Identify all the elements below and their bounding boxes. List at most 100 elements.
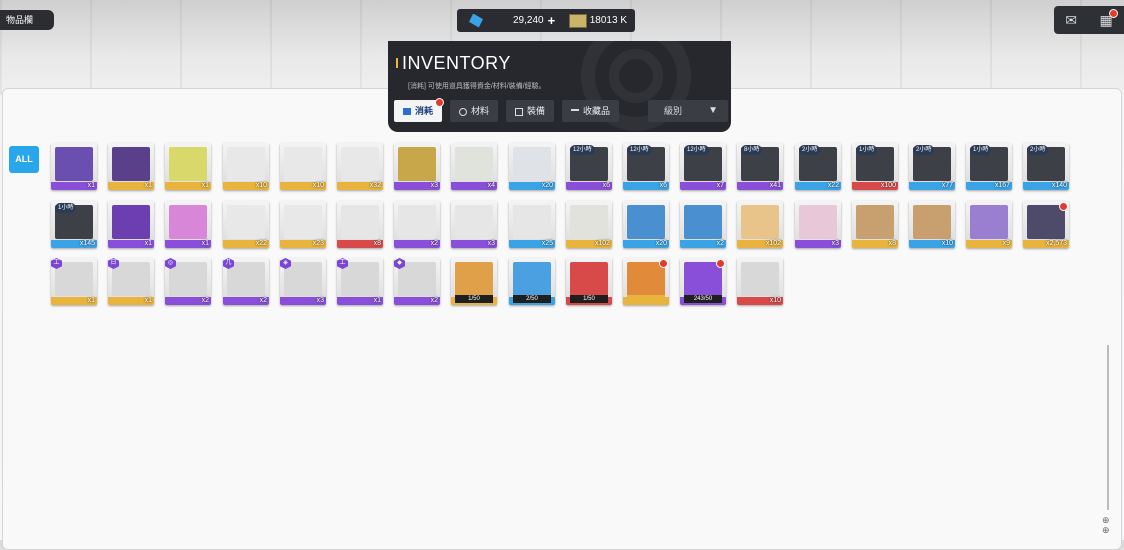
- inventory-item[interactable]: 日 x1: [108, 258, 154, 305]
- inventory-item[interactable]: x3: [451, 201, 497, 248]
- inventory-item[interactable]: x22: [223, 201, 269, 248]
- top-right-menu: ✉ ▦: [1054, 6, 1124, 34]
- tab-collection[interactable]: 收藏品: [562, 100, 620, 122]
- item-progress: [627, 295, 665, 303]
- item-art: [341, 205, 379, 239]
- scrollbar[interactable]: [1107, 345, 1109, 510]
- item-quantity: x10: [769, 297, 781, 304]
- inventory-item[interactable]: x1: [108, 143, 154, 190]
- item-quantity: x32: [369, 182, 381, 189]
- inventory-item[interactable]: x9: [966, 201, 1012, 248]
- inventory-item[interactable]: x102: [737, 201, 783, 248]
- item-art: [455, 147, 493, 181]
- inventory-item[interactable]: x8: [852, 201, 898, 248]
- inventory-item[interactable]: ◎ x2: [165, 258, 211, 305]
- inventory-item[interactable]: 1/50: [566, 258, 612, 305]
- inventory-item[interactable]: x1: [165, 201, 211, 248]
- inventory-item[interactable]: x102: [566, 201, 612, 248]
- inventory-item[interactable]: x10: [737, 258, 783, 305]
- chevron-down-icon: ▼: [708, 105, 718, 116]
- item-quantity: x3: [831, 240, 839, 247]
- inventory-item[interactable]: [623, 258, 669, 305]
- inventory-item[interactable]: x32: [337, 143, 383, 190]
- inventory-item[interactable]: x3: [795, 201, 841, 248]
- inventory-item[interactable]: x1: [165, 143, 211, 190]
- inventory-item[interactable]: x2,573: [1023, 201, 1069, 248]
- inventory-item[interactable]: x10: [223, 143, 269, 190]
- inventory-item[interactable]: 几 x2: [223, 258, 269, 305]
- item-quantity: x1: [144, 240, 152, 247]
- inventory-item[interactable]: x8: [337, 201, 383, 248]
- inventory-header: INVENTORY [消耗] 可使用道具獲得資金/材料/裝備/經驗。 消耗 材料…: [388, 41, 731, 132]
- item-quantity: x3: [430, 182, 438, 189]
- inventory-item[interactable]: x10: [909, 201, 955, 248]
- inventory-item[interactable]: 1小時 x167: [966, 143, 1012, 190]
- inventory-item[interactable]: 2/50: [509, 258, 555, 305]
- grid-menu-icon[interactable]: ▦: [1100, 8, 1118, 29]
- inventory-item[interactable]: 工 x1: [51, 258, 97, 305]
- add-gems-button[interactable]: +: [548, 13, 556, 28]
- inventory-item[interactable]: x1: [51, 143, 97, 190]
- inventory-item[interactable]: x2: [680, 201, 726, 248]
- timer-badge: 1小時: [856, 145, 878, 155]
- list-icon: [403, 108, 411, 116]
- inventory-item[interactable]: x23: [280, 201, 326, 248]
- item-quantity: x10: [312, 182, 324, 189]
- inventory-item[interactable]: 2小時 x22: [795, 143, 841, 190]
- notification-dot: [659, 259, 668, 268]
- mail-icon[interactable]: ✉: [1065, 12, 1077, 29]
- inventory-item[interactable]: 工 x1: [337, 258, 383, 305]
- gear-icon: [459, 107, 468, 116]
- inventory-item[interactable]: x25: [509, 201, 555, 248]
- timer-badge: 8小時: [741, 145, 763, 155]
- inventory-item[interactable]: 12小時 x6: [623, 143, 669, 190]
- item-quantity: x6: [602, 182, 610, 189]
- inventory-item[interactable]: 12小時 x7: [680, 143, 726, 190]
- timer-badge: 1小時: [970, 145, 992, 155]
- inventory-item[interactable]: x20: [623, 201, 669, 248]
- item-progress: 1/50: [455, 295, 493, 303]
- inventory-item[interactable]: x2: [394, 201, 440, 248]
- inventory-item[interactable]: x4: [451, 143, 497, 190]
- inventory-item[interactable]: ◆ x2: [394, 258, 440, 305]
- inventory-item[interactable]: 12小時 x6: [566, 143, 612, 190]
- item-art: [799, 205, 837, 239]
- sort-dropdown[interactable]: 級別 ▼: [648, 100, 728, 122]
- page-title: 物品欄: [0, 10, 54, 30]
- item-quantity: x10: [255, 182, 267, 189]
- tab-consumables[interactable]: 消耗: [394, 98, 445, 122]
- inventory-item[interactable]: 1小時 x100: [852, 143, 898, 190]
- item-art: [169, 262, 207, 296]
- tab-consumables-label: 消耗: [415, 106, 434, 116]
- inventory-item[interactable]: ◈ x3: [280, 258, 326, 305]
- item-art: [112, 205, 150, 239]
- item-art: [741, 262, 779, 296]
- item-art: [227, 147, 265, 181]
- tab-equipment[interactable]: 裝備: [506, 100, 555, 122]
- item-art: [169, 205, 207, 239]
- inventory-item[interactable]: x20: [509, 143, 555, 190]
- inventory-item[interactable]: x1: [108, 201, 154, 248]
- inventory-item[interactable]: 1小時 x145: [51, 201, 97, 248]
- inventory-item[interactable]: 1/50: [451, 258, 497, 305]
- inventory-item[interactable]: 2小時 x77: [909, 143, 955, 190]
- item-art: [284, 147, 322, 181]
- inventory-item[interactable]: 2小時 x140: [1023, 143, 1069, 190]
- item-art: [284, 262, 322, 296]
- item-art: [684, 205, 722, 239]
- inventory-item[interactable]: x3: [394, 143, 440, 190]
- inventory-item[interactable]: 243/50: [680, 258, 726, 305]
- item-art: [284, 205, 322, 239]
- item-quantity: x2: [201, 297, 209, 304]
- item-art: [169, 147, 207, 181]
- inventory-item[interactable]: x10: [280, 143, 326, 190]
- inventory-item[interactable]: 8小時 x41: [737, 143, 783, 190]
- tab-materials[interactable]: 材料: [450, 100, 499, 122]
- timer-badge: 12小時: [570, 145, 595, 155]
- item-art: [112, 262, 150, 296]
- filter-all-button[interactable]: ALL: [9, 146, 39, 173]
- item-art: [455, 262, 493, 296]
- item-quantity: x167: [994, 182, 1010, 189]
- timer-badge: 2小時: [913, 145, 935, 155]
- title-accent: [396, 58, 398, 68]
